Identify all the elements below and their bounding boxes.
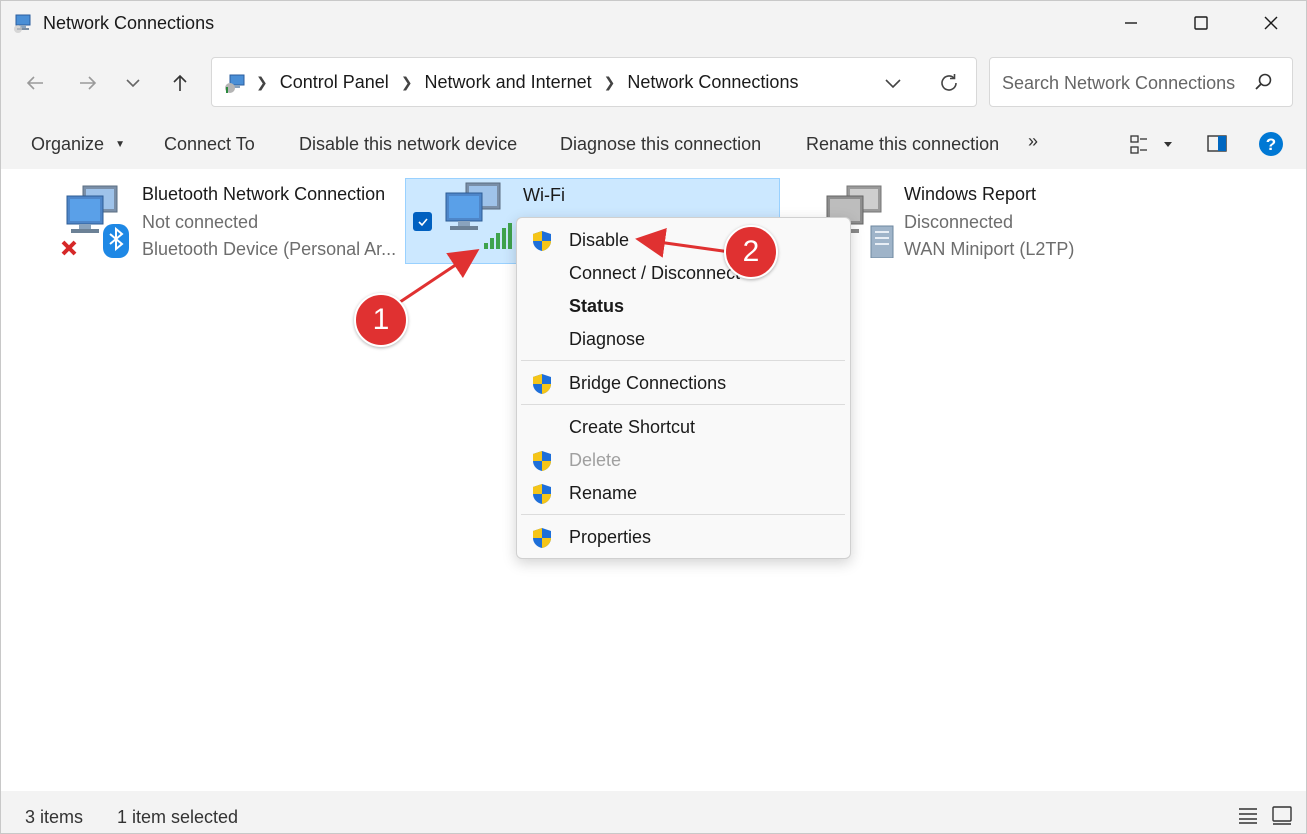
breadcrumb-item-network-connections[interactable]: Network Connections xyxy=(627,72,798,93)
chevron-down-icon xyxy=(126,79,140,88)
uac-shield-icon xyxy=(533,484,551,504)
menu-item-label: Properties xyxy=(569,527,652,547)
search-box[interactable] xyxy=(989,57,1293,107)
connection-device: Bluetooth Device (Personal Ar... xyxy=(142,239,397,259)
menu-item-label: Rename xyxy=(569,483,638,503)
minimize-button[interactable] xyxy=(1096,1,1166,45)
organize-button[interactable]: Organize ▼ xyxy=(31,134,125,155)
recent-locations-button[interactable] xyxy=(117,67,149,99)
menu-item-disable[interactable]: Disable xyxy=(517,225,850,258)
forward-button[interactable] xyxy=(72,67,104,99)
refresh-icon[interactable] xyxy=(936,70,962,96)
connection-name: Wi-Fi xyxy=(523,185,565,205)
status-bar: 3 items 1 item selected xyxy=(1,791,1306,833)
breadcrumb-separator-icon: ❯ xyxy=(603,74,616,90)
connection-name: Windows Report xyxy=(904,184,1037,204)
rename-connection-button[interactable]: Rename this connection xyxy=(806,134,999,155)
back-button[interactable] xyxy=(19,67,51,99)
caret-down-icon: ▼ xyxy=(115,139,125,150)
minimize-icon xyxy=(1125,22,1137,24)
connection-item-bluetooth[interactable]: Bluetooth Network Connection Not connect… xyxy=(57,178,397,264)
uac-shield-icon xyxy=(533,528,551,548)
item-count: 3 items xyxy=(25,807,84,827)
maximize-button[interactable] xyxy=(1166,1,1236,45)
address-dropdown-icon[interactable] xyxy=(882,72,904,94)
menu-separator xyxy=(521,404,845,405)
menu-item-label: Connect / Disconnect xyxy=(569,263,741,283)
diagnose-connection-button[interactable]: Diagnose this connection xyxy=(560,134,761,155)
connection-name: Bluetooth Network Connection xyxy=(142,184,386,204)
breadcrumb-item-network-and-internet[interactable]: Network and Internet xyxy=(425,72,592,93)
menu-item-connect-disconnect[interactable]: Connect / Disconnect xyxy=(517,258,850,291)
bluetooth-network-icon xyxy=(61,185,129,258)
menu-item-diagnose[interactable]: Diagnose xyxy=(517,324,850,357)
address-bar[interactable]: ❯ Control Panel ❯ Network and Internet ❯… xyxy=(211,57,977,107)
context-menu: Disable Connect / Disconnect Status Diag… xyxy=(516,217,851,559)
menu-item-rename[interactable]: Rename xyxy=(517,478,850,511)
menu-item-properties[interactable]: Properties xyxy=(517,522,850,555)
menu-item-bridge-connections[interactable]: Bridge Connections xyxy=(517,368,850,401)
wifi-network-icon xyxy=(445,182,512,249)
search-icon[interactable] xyxy=(1254,72,1274,92)
title-bar: Network Connections xyxy=(1,1,1306,45)
menu-item-label: Status xyxy=(569,296,625,316)
help-icon[interactable]: ? xyxy=(1257,130,1285,158)
network-connections-window: Network Connections ❯ Control Panel ❯ Ne… xyxy=(0,0,1307,834)
uac-shield-icon xyxy=(533,451,551,471)
more-commands-button[interactable]: » xyxy=(1028,131,1038,152)
back-arrow-icon xyxy=(26,76,43,90)
breadcrumb: ❯ Control Panel ❯ Network and Internet ❯… xyxy=(256,72,798,93)
menu-item-delete: Delete xyxy=(517,445,850,478)
up-button[interactable] xyxy=(164,67,196,99)
connection-device: WAN Miniport (L2TP) xyxy=(904,239,1075,259)
maximize-icon xyxy=(1194,16,1208,30)
menu-item-label: Create Shortcut xyxy=(569,417,696,437)
menu-separator xyxy=(521,514,845,515)
item-checkbox[interactable] xyxy=(413,212,432,231)
change-view-icon[interactable] xyxy=(1129,133,1173,157)
navigation-bar: ❯ Control Panel ❯ Network and Internet ❯… xyxy=(1,45,1306,119)
connect-to-button[interactable]: Connect To xyxy=(164,134,255,155)
uac-shield-icon xyxy=(533,231,551,251)
control-panel-icon xyxy=(225,74,245,93)
menu-item-label: Disable xyxy=(569,230,630,250)
breadcrumb-separator-icon: ❯ xyxy=(256,74,268,90)
details-view-icon[interactable] xyxy=(1237,805,1259,825)
organize-label: Organize xyxy=(31,134,105,154)
close-icon xyxy=(1264,16,1278,30)
menu-item-label: Bridge Connections xyxy=(569,373,727,393)
large-icons-view-icon[interactable] xyxy=(1271,804,1293,826)
network-connections-icon xyxy=(14,14,31,33)
disable-device-button[interactable]: Disable this network device xyxy=(299,134,517,155)
annotation-badge-step-2: 2 xyxy=(724,225,778,279)
annotation-badge-step-1: 1 xyxy=(354,293,408,347)
command-bar: Organize ▼ Connect To Disable this netwo… xyxy=(1,119,1306,170)
connection-status: Disconnected xyxy=(904,212,1014,232)
breadcrumb-item-control-panel[interactable]: Control Panel xyxy=(280,72,389,93)
menu-item-label: Diagnose xyxy=(569,329,646,349)
menu-item-create-shortcut[interactable]: Create Shortcut xyxy=(517,412,850,445)
breadcrumb-separator-icon: ❯ xyxy=(400,74,413,90)
close-button[interactable] xyxy=(1236,1,1306,45)
preview-pane-icon[interactable] xyxy=(1206,133,1228,155)
selected-count: 1 item selected xyxy=(117,807,239,827)
menu-item-label: Delete xyxy=(569,450,622,470)
svg-text:?: ? xyxy=(1266,135,1276,154)
up-arrow-icon xyxy=(173,74,187,91)
uac-shield-icon xyxy=(533,374,551,394)
connection-status: Not connected xyxy=(142,212,259,232)
window-title: Network Connections xyxy=(43,13,215,33)
search-input[interactable] xyxy=(1000,68,1254,98)
checkmark-icon xyxy=(417,217,428,226)
forward-arrow-icon xyxy=(80,76,97,90)
connection-item-windows-report[interactable]: Windows Report Disconnected WAN Miniport… xyxy=(821,178,1121,264)
menu-item-status[interactable]: Status xyxy=(517,291,850,324)
menu-separator xyxy=(521,360,845,361)
